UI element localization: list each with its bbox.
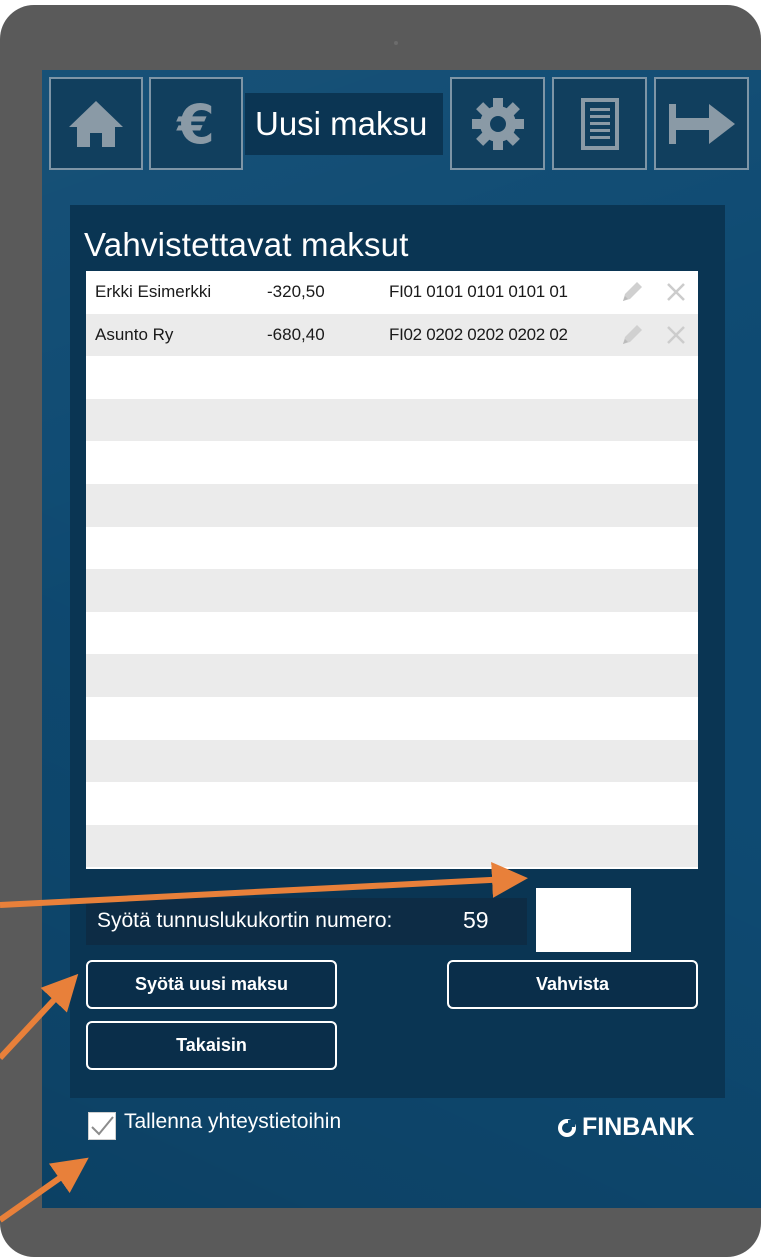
new-payment-button[interactable]: Syötä uusi maksu xyxy=(86,960,337,1009)
brand-logo: FINBANK xyxy=(558,1113,695,1142)
save-contacts-checkbox[interactable] xyxy=(88,1112,116,1140)
back-button[interactable]: Takaisin xyxy=(86,1021,337,1070)
camera-dot xyxy=(394,41,398,45)
payment-row xyxy=(86,527,698,570)
payment-row xyxy=(86,483,698,527)
payment-row xyxy=(86,612,698,655)
delete-icon[interactable] xyxy=(664,322,688,353)
payment-row xyxy=(86,782,698,825)
settings-button[interactable] xyxy=(450,77,545,170)
finbank-logo-icon xyxy=(558,1118,576,1137)
payment-iban: FI01 0101 0101 0101 01 xyxy=(389,282,568,301)
panel-title: Vahvistettavat maksut xyxy=(84,226,409,263)
statements-button[interactable] xyxy=(552,77,647,170)
payment-row[interactable]: Erkki Esimerkki -320,50 FI01 0101 0101 010… xyxy=(86,271,698,314)
code-card-label: Syötä tunnuslukukortin numero: xyxy=(97,909,393,932)
payment-name: Erkki Esimerkki xyxy=(95,282,212,301)
app-screen: € Uusi maksu Vahvistettavat maksut Erkki… xyxy=(42,70,761,1208)
delete-icon[interactable] xyxy=(664,279,688,310)
payment-row xyxy=(86,356,698,399)
pencil-icon[interactable] xyxy=(619,322,645,353)
payment-iban: FI02 0202 0202 0202 02 xyxy=(389,324,568,344)
gear-icon xyxy=(471,97,524,150)
checkmark-icon xyxy=(91,1116,114,1136)
code-input[interactable] xyxy=(536,888,631,952)
logout-icon xyxy=(668,103,735,144)
brand-name: FINBANK xyxy=(582,1113,695,1141)
home-icon xyxy=(69,100,123,147)
page-title: Uusi maksu xyxy=(245,93,443,155)
payment-row xyxy=(86,654,698,697)
code-card-bar: Syötä tunnuslukukortin numero: 59 xyxy=(86,898,527,945)
payment-amount: -680,40 xyxy=(267,324,325,344)
euro-icon: € xyxy=(175,95,215,153)
save-contacts-label: Tallenna yhteystietoihin xyxy=(124,1110,342,1133)
payment-row xyxy=(86,739,698,783)
payment-amount: -320,50 xyxy=(267,282,325,301)
payments-button[interactable]: € xyxy=(149,77,243,170)
payment-row xyxy=(86,824,698,868)
payment-name: Asunto Ry xyxy=(95,324,174,344)
svg-text:€: € xyxy=(175,95,215,153)
payments-list: Erkki Esimerkki -320,50 FI01 0101 0101 010… xyxy=(86,271,698,869)
home-button[interactable] xyxy=(49,77,143,170)
payment-row xyxy=(86,569,698,612)
payment-row xyxy=(86,398,698,442)
document-icon xyxy=(580,97,619,150)
payment-row[interactable]: Asunto Ry -680,40 FI02 0202 0202 0202 02 xyxy=(86,313,698,357)
payment-row xyxy=(86,697,698,740)
confirm-button[interactable]: Vahvista xyxy=(447,960,698,1009)
pencil-icon[interactable] xyxy=(619,279,645,310)
logout-button[interactable] xyxy=(654,77,749,170)
payment-row xyxy=(86,441,698,484)
code-card-number: 59 xyxy=(463,907,489,933)
confirm-payments-panel: Vahvistettavat maksut Erkki Esimerkki -32… xyxy=(70,205,725,1098)
